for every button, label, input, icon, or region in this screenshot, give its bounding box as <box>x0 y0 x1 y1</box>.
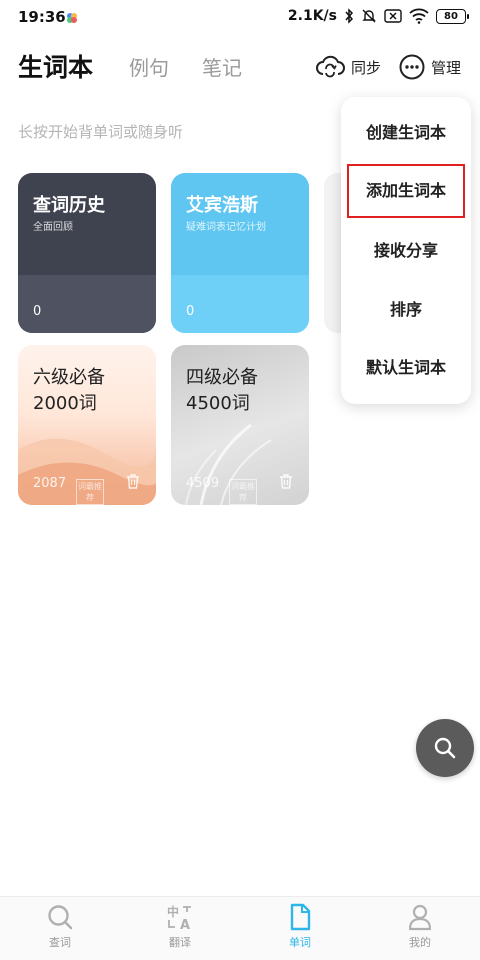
battery-icon: 80 <box>436 8 469 24</box>
card-lookup-history[interactable]: 查词历史 全面回顾 0 <box>18 173 156 333</box>
card-title: 六级必备 2000词 <box>33 365 105 417</box>
card-word-count: 2087 <box>33 476 67 491</box>
sync-label: 同步 <box>351 58 382 77</box>
menu-item-add-vocab-book[interactable]: 添加生词本 <box>347 164 465 218</box>
card-word-count: 0 <box>33 304 42 319</box>
nav-item-lookup[interactable]: 查词 <box>20 903 100 950</box>
menu-item-default-vocab-book[interactable]: 默认生词本 <box>341 343 471 393</box>
status-time: 19:36 <box>18 8 66 26</box>
tab-vocab-book[interactable]: 生词本 <box>18 48 93 88</box>
trash-icon[interactable] <box>126 474 140 489</box>
wifi-icon <box>409 8 429 24</box>
sim-off-icon <box>384 9 402 23</box>
tab-example-sentences[interactable]: 例句 <box>129 48 169 88</box>
trash-icon[interactable] <box>279 474 293 489</box>
card-title-line1: 四级必备 <box>186 367 258 388</box>
card-cet4[interactable]: 四级必备 4500词 4509 词霸推荐 <box>171 345 309 505</box>
card-title-line1: 六级必备 <box>33 367 105 388</box>
menu-item-sort[interactable]: 排序 <box>341 285 471 335</box>
menu-item-receive-share[interactable]: 接收分享 <box>341 226 471 276</box>
network-speed: 2.1K/s <box>287 8 337 24</box>
card-title: 艾宾浩斯 <box>186 195 258 216</box>
card-word-count: 4509 <box>186 476 220 491</box>
card-subtitle: 全面回顾 <box>33 222 73 233</box>
nav-label: 我的 <box>409 936 431 949</box>
svg-text:中: 中 <box>167 904 179 919</box>
card-title: 查词历史 <box>33 195 105 216</box>
manage-button[interactable]: 管理 <box>399 54 461 80</box>
more-options-icon <box>399 54 425 80</box>
card-title: 四级必备 4500词 <box>186 365 258 417</box>
bluetooth-icon <box>345 8 354 24</box>
nav-item-translate[interactable]: 中 A 翻译 <box>140 903 220 950</box>
card-title-line2: 4500词 <box>186 393 250 414</box>
translate-icon: 中 A <box>167 904 191 931</box>
status-bar: 19:36 2.1K/s 80 <box>0 0 480 34</box>
search-icon <box>434 737 456 759</box>
menu-item-create-vocab-book[interactable]: 创建生词本 <box>341 108 471 158</box>
document-icon <box>290 903 311 931</box>
person-icon <box>408 904 432 931</box>
nav-label: 查词 <box>49 936 71 949</box>
cloud-sync-icon <box>316 55 345 78</box>
bottom-navigation: 查词 中 A 翻译 单词 我的 <box>0 896 480 960</box>
nav-label: 翻译 <box>169 936 191 949</box>
recommend-stamp: 词霸推荐 <box>229 479 257 505</box>
sync-button[interactable]: 同步 <box>315 54 381 80</box>
nav-item-words[interactable]: 单词 <box>260 903 340 950</box>
card-title-line2: 2000词 <box>33 393 97 414</box>
svg-text:A: A <box>180 918 190 931</box>
nav-label: 单词 <box>289 936 311 949</box>
search-fab-button[interactable] <box>416 719 474 777</box>
card-word-count: 0 <box>186 304 195 319</box>
card-ebbinghaus[interactable]: 艾宾浩斯 疑难词表记忆计划 0 <box>171 173 309 333</box>
card-subtitle: 疑难词表记忆计划 <box>186 222 266 233</box>
hint-text: 长按开始背单词或随身听 <box>18 123 184 141</box>
mute-bell-icon <box>362 9 376 23</box>
app-notification-icon <box>67 13 77 23</box>
manage-label: 管理 <box>431 58 462 77</box>
manage-dropdown-menu: 创建生词本 添加生词本 接收分享 排序 默认生词本 <box>341 97 471 404</box>
search-icon <box>48 905 73 930</box>
header: 生词本 例句 笔记 同步 管理 <box>0 48 480 92</box>
recommend-stamp: 词霸推荐 <box>76 479 104 505</box>
card-cet6[interactable]: 六级必备 2000词 2087 词霸推荐 <box>18 345 156 505</box>
tab-notes[interactable]: 笔记 <box>202 48 242 88</box>
nav-item-profile[interactable]: 我的 <box>380 903 460 950</box>
